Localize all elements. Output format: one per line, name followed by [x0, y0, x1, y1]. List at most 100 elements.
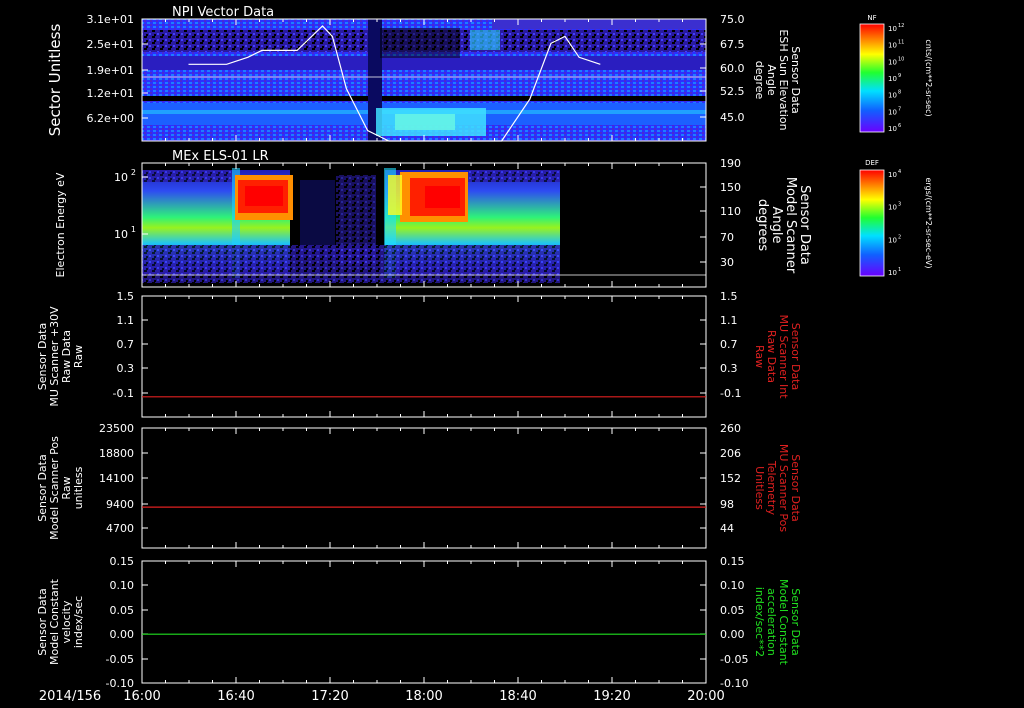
y-tick-label: -0.1 [113, 387, 134, 400]
colorbar-tick-exponent: 10 [898, 56, 904, 62]
x-tick-label: 19:20 [593, 689, 630, 704]
y-tick-label: 4700 [106, 522, 134, 535]
panel-npi [142, 19, 706, 142]
colorbar-def [859, 169, 885, 277]
colorbar-tick-exponent: 3 [898, 202, 901, 208]
colorbar-unit: ergs/(cm**2-sr-sec-eV) [924, 177, 933, 268]
svg-text:Raw: Raw [753, 345, 766, 368]
panel-frame-5 [141, 560, 707, 684]
y-tick-label: 18800 [99, 447, 134, 460]
y-tick-label: 14100 [99, 472, 134, 485]
colorbar-tick-exponent: 4 [898, 169, 901, 175]
y-tick-label: 0.05 [110, 604, 135, 617]
right-y-tick-label: 45.0 [720, 111, 745, 124]
right-y-axis-label: Sensor DataMU Scanner PosTelemetryUnitle… [753, 444, 802, 533]
right-y-tick-label: 52.5 [720, 85, 745, 98]
right-y-tick-label: 110 [720, 205, 741, 218]
y-tick-label: 1.1 [117, 314, 135, 327]
date-label: 2014/156 [39, 689, 101, 704]
colorbar-tick-exponent: 7 [898, 106, 901, 112]
colorbar-tick-label: 10 [888, 204, 897, 212]
panel-frame-4 [141, 427, 707, 549]
svg-text:index/sec: index/sec [72, 596, 85, 648]
right-y-tick-label: 152 [720, 472, 741, 485]
svg-text:Unitless: Unitless [753, 466, 766, 510]
x-tick-label: 18:00 [405, 689, 442, 704]
y-tick-label: 9400 [106, 498, 134, 511]
y-tick-label: 3.1e+01 [87, 13, 134, 26]
colorbar-tick-label: 10 [888, 269, 897, 277]
right-y-tick-label: 206 [720, 447, 741, 460]
y-tick-label: 0.7 [117, 338, 135, 351]
right-y-tick-label: -0.05 [720, 653, 748, 666]
right-y-axis-label: Sensor DataESH Sun ElevationAngledegree [753, 29, 802, 130]
y-tick-label: 6.2e+00 [87, 112, 134, 125]
colorbar-tick-exponent: 6 [898, 123, 901, 129]
panel-frame-3 [141, 295, 707, 418]
svg-text:ergs/(cm**2-sr-sec-eV): ergs/(cm**2-sr-sec-eV) [924, 177, 933, 268]
colorbar-tick-label: 10 [888, 42, 897, 50]
right-y-tick-label: 70 [720, 231, 734, 244]
y-tick-label: 0.3 [117, 362, 135, 375]
svg-text:degrees: degrees [755, 199, 770, 252]
svg-text:degree: degree [753, 61, 766, 100]
svg-text:cnts/(cm**2-sr-sec): cnts/(cm**2-sr-sec) [924, 39, 933, 116]
y-tick-label: 1.9e+01 [87, 64, 134, 77]
x-tick-label: 16:40 [217, 689, 254, 704]
svg-text:Sensor Data: Sensor Data [797, 185, 812, 265]
right-y-tick-label: -0.1 [720, 387, 741, 400]
svg-text:Angle: Angle [769, 207, 784, 244]
y-tick-label: 10 [114, 228, 128, 241]
y-axis-label: Sensor Data MU Scanner +30V Raw Data Raw [36, 306, 85, 407]
right-y-tick-label: 1.5 [720, 290, 738, 303]
y-tick-label: 1.5 [117, 290, 135, 303]
y-axis-label: Sector Unitless [46, 24, 64, 137]
y-tick-label: 1.2e+01 [87, 87, 134, 100]
colorbar-tick-label: 10 [888, 92, 897, 100]
colorbar-tick-exponent: 8 [898, 90, 901, 96]
panel-els [142, 163, 706, 287]
colorbar-tick-label: 10 [888, 108, 897, 116]
svg-text:unitless: unitless [72, 466, 85, 509]
y-tick-label: -0.05 [106, 653, 134, 666]
svg-text:Sector Unitless: Sector Unitless [46, 24, 64, 137]
colorbar-tick-exponent: 2 [898, 234, 901, 240]
y-tick-label: 10 [114, 171, 128, 184]
svg-text:Model Scanner: Model Scanner [783, 177, 798, 274]
npi-mid-band [142, 56, 706, 70]
y-tick-label: 0.00 [110, 628, 135, 641]
right-y-tick-label: 75.0 [720, 13, 745, 26]
right-y-tick-label: 260 [720, 422, 741, 435]
y-tick-label: 0.10 [110, 579, 135, 592]
svg-text:Electron Energy eV: Electron Energy eV [54, 172, 67, 277]
right-y-tick-label: 0.00 [720, 628, 745, 641]
right-y-tick-label: 190 [720, 157, 741, 170]
right-y-tick-label: 60.0 [720, 62, 745, 75]
colorbar-tick-label: 10 [888, 171, 897, 179]
x-tick-label: 20:00 [687, 689, 724, 704]
colorbar-tick-label: 10 [888, 58, 897, 66]
panel-title: MEx ELS-01 LR [172, 149, 269, 164]
colorbar-title: NF [867, 14, 876, 22]
right-y-tick-label: 30 [720, 256, 734, 269]
right-y-tick-label: 0.7 [720, 338, 738, 351]
colorbar-unit: cnts/(cm**2-sr-sec) [924, 39, 933, 116]
right-y-tick-label: 0.10 [720, 579, 745, 592]
colorbar-tick-exponent: 1 [898, 267, 901, 273]
y-tick-label: 0.15 [110, 555, 135, 568]
colorbar-tick-label: 10 [888, 236, 897, 244]
colorbar-tick-label: 10 [888, 25, 897, 33]
x-tick-label: 16:00 [123, 689, 160, 704]
x-tick-label: 18:40 [499, 689, 536, 704]
y-tick-label: 2.5e+01 [87, 38, 134, 51]
right-y-tick-label: 0.15 [720, 555, 745, 568]
colorbar-tick-exponent: 12 [898, 23, 904, 29]
right-y-tick-label: 150 [720, 181, 741, 194]
right-y-tick-label: 67.5 [720, 38, 745, 51]
right-y-axis-label: Sensor DataModel ScannerAngledegrees [755, 177, 812, 274]
colorbar-tick-label: 10 [888, 125, 897, 133]
x-tick-label: 17:20 [311, 689, 348, 704]
y-axis-label: Electron Energy eV [54, 172, 67, 277]
svg-text:index/sec**2: index/sec**2 [753, 587, 766, 657]
colorbar-tick-exponent: 11 [898, 40, 904, 46]
